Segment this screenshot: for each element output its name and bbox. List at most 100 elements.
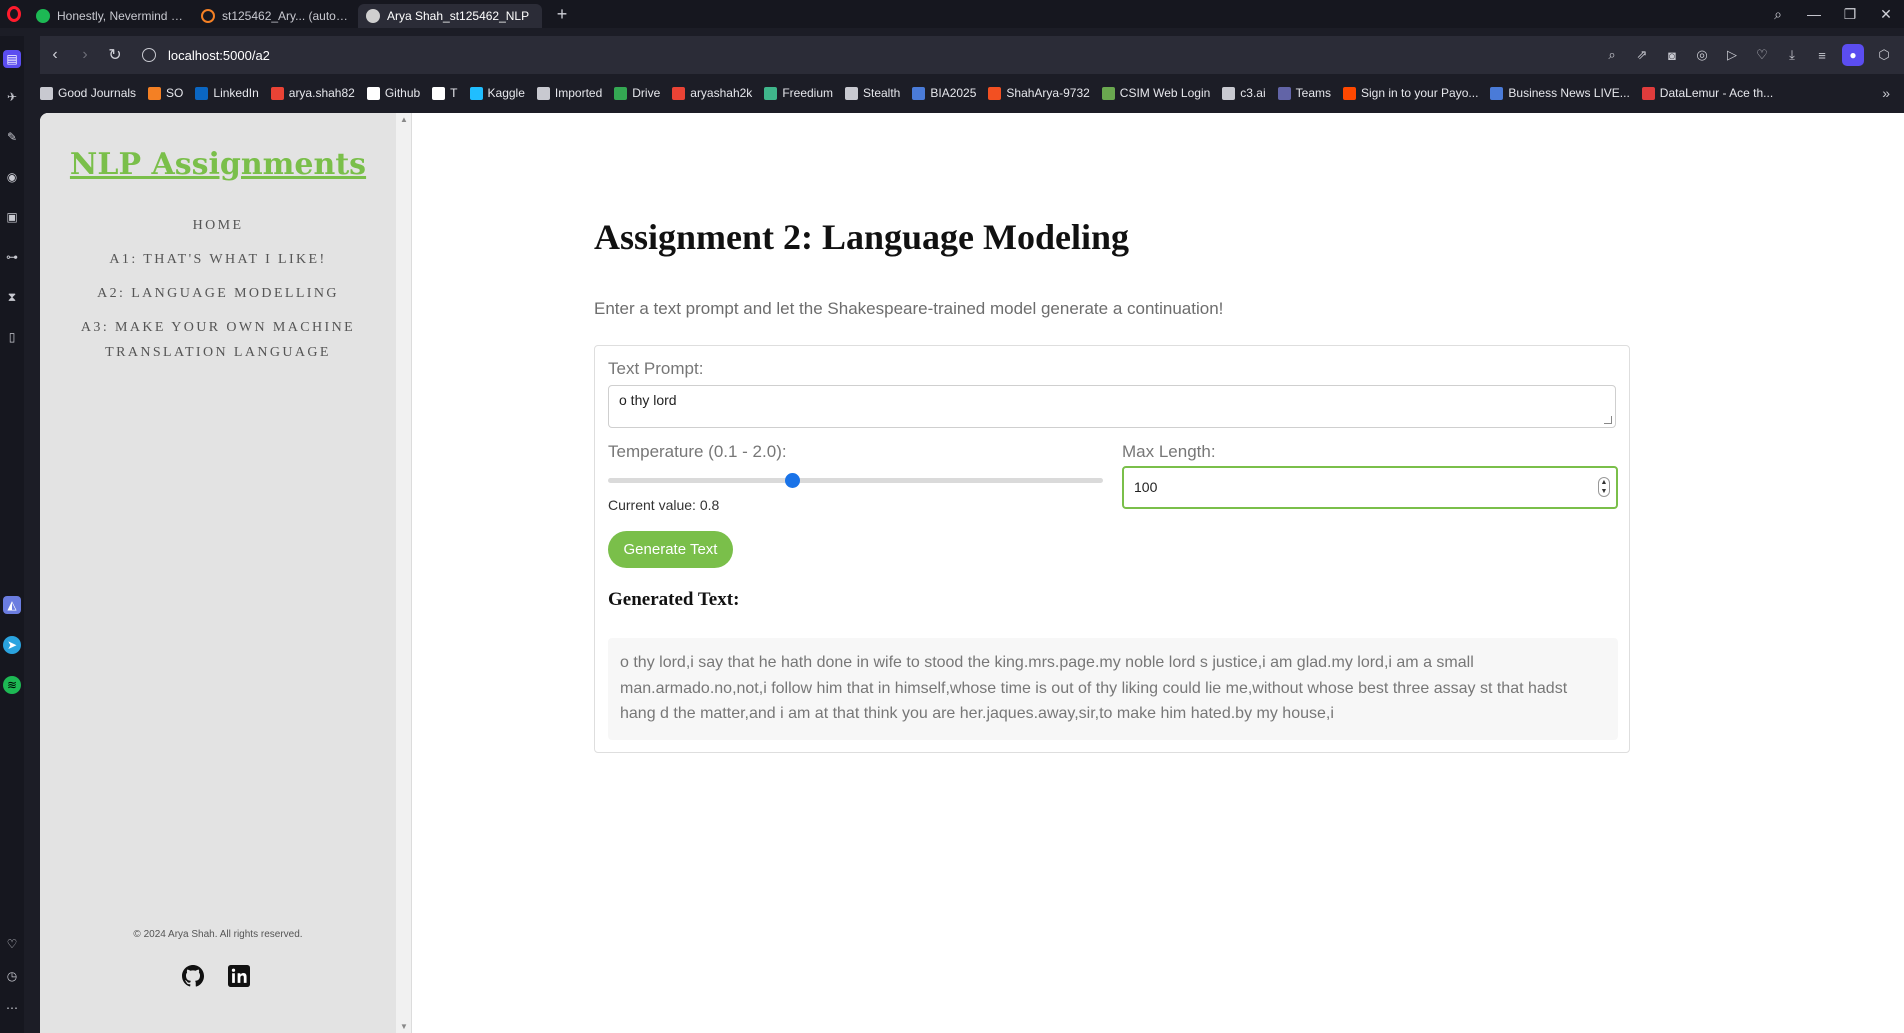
max-length-value: 100 [1134, 479, 1158, 495]
slider-thumb[interactable] [784, 473, 800, 488]
games-icon[interactable]: ◉ [3, 168, 21, 186]
browser-tab-active[interactable]: Arya Shah_st125462_NLP [358, 4, 542, 28]
spotify-icon [36, 9, 50, 23]
bookmark-item[interactable]: SO [148, 86, 183, 100]
prompt-value: o thy lord [619, 392, 677, 408]
site-sidebar: NLP Assignments HOME A1: THAT'S WHAT I L… [40, 113, 396, 1033]
bookmark-item[interactable]: Stealth [845, 86, 900, 100]
bookmarks-overflow-icon[interactable]: » [1882, 80, 1890, 106]
sidebar-scrollbar[interactable]: ▲ ▼ [396, 113, 412, 1033]
gift-icon[interactable]: ▣ [3, 208, 21, 226]
heart-icon[interactable]: ♡ [3, 935, 21, 953]
kaggle-icon [469, 86, 483, 100]
bookmark-item[interactable]: CSIM Web Login [1101, 86, 1210, 100]
bookmark-item[interactable]: Github [366, 86, 421, 100]
resize-handle-icon[interactable] [1604, 416, 1612, 424]
temperature-current-value: Current value: 0.8 [608, 497, 720, 513]
bookmark-item[interactable]: Teams [1277, 86, 1331, 100]
scroll-up-icon[interactable]: ▲ [400, 115, 408, 124]
lens-icon[interactable]: ⌕ [1602, 47, 1622, 63]
site-info-icon[interactable] [142, 48, 156, 62]
restore-icon[interactable]: ❐ [1832, 6, 1868, 23]
bookmark-label: ShahArya-9732 [1006, 86, 1090, 100]
search-icon[interactable]: ⌕ [1760, 6, 1796, 23]
nav-link-a2[interactable]: A2: LANGUAGE MODELLING [70, 281, 366, 306]
number-spinner-icon[interactable]: ▲ ▼ [1598, 477, 1610, 497]
app-icon[interactable]: ◭ [3, 596, 21, 614]
share-icon[interactable]: ⇗ [1632, 47, 1652, 63]
forward-icon[interactable]: › [70, 46, 100, 64]
bookmark-label: c3.ai [1240, 86, 1266, 100]
bookmark-label: SO [166, 86, 184, 100]
bookmark-label: Business News LIVE... [1508, 86, 1630, 100]
bookmark-label: Sign in to your Payo... [1361, 86, 1479, 100]
gmail-icon [672, 86, 686, 100]
stackoverflow-icon [201, 9, 215, 23]
aria-icon[interactable]: ✈ [3, 88, 21, 106]
speed-dial-icon[interactable]: ▤ [3, 50, 21, 68]
temperature-slider[interactable] [608, 472, 1103, 488]
new-tab-icon[interactable]: + [552, 4, 572, 25]
player-icon[interactable]: ▷ [1722, 47, 1742, 63]
book-icon[interactable]: ▯ [3, 328, 21, 346]
bookmark-item[interactable]: Kaggle [469, 86, 525, 100]
prompt-textarea[interactable]: o thy lord [608, 385, 1616, 428]
nav-link-home[interactable]: HOME [70, 213, 366, 238]
payoneer-icon [1343, 86, 1356, 100]
url-field[interactable]: localhost:5000/a2 [142, 48, 270, 63]
bookmark-item[interactable]: Good Journals [40, 86, 136, 100]
back-icon[interactable]: ‹ [40, 46, 70, 64]
generate-button[interactable]: Generate Text [608, 531, 733, 568]
bookmark-item[interactable]: LinkedIn [195, 86, 259, 100]
bookmark-item[interactable]: c3.ai [1222, 86, 1266, 100]
site-title[interactable]: NLP Assignments [40, 147, 396, 182]
max-length-label: Max Length: [1122, 442, 1216, 461]
bookmark-label: DataLemur - Ace th... [1659, 86, 1774, 100]
download-icon[interactable]: ⤓ [1782, 47, 1802, 63]
bookmark-item[interactable]: Imported [536, 86, 602, 100]
bookmark-item[interactable]: arya.shah82 [270, 86, 355, 100]
nav-link-a1[interactable]: A1: THAT'S WHAT I LIKE! [70, 247, 366, 272]
browser-tab-bar: Honestly, Nevermind - Al st125462_Ary...… [0, 0, 1904, 28]
bookmark-label: Drive [632, 86, 661, 100]
history-icon[interactable]: ◷ [3, 967, 21, 985]
bookmark-item[interactable]: Business News LIVE... [1490, 86, 1630, 100]
nav-link-a3[interactable]: A3: MAKE YOUR OWN MACHINE TRANSLATION LA… [70, 315, 366, 365]
slider-track[interactable] [608, 478, 1103, 483]
bookmark-item[interactable]: Sign in to your Payo... [1343, 86, 1478, 100]
linkedin-icon[interactable] [228, 965, 250, 987]
bookmark-item[interactable]: DataLemur - Ace th... [1641, 86, 1774, 100]
opera-logo-icon[interactable] [0, 0, 28, 28]
bookmark-item[interactable]: Drive [614, 86, 660, 100]
car-icon[interactable]: ⊶ [3, 248, 21, 266]
profile-icon[interactable]: ● [1842, 44, 1864, 66]
close-icon[interactable]: ✕ [1868, 6, 1904, 23]
extensions-icon[interactable]: ⬡ [1874, 47, 1894, 63]
github-icon[interactable] [182, 965, 205, 987]
bookmark-item[interactable]: BIA2025 [912, 86, 976, 100]
csim-icon [1101, 86, 1115, 100]
bookmark-item[interactable]: Freedium [764, 86, 833, 100]
browser-tab[interactable]: Honestly, Nevermind - Al [28, 4, 193, 28]
heart-icon[interactable]: ♡ [1752, 47, 1772, 63]
bookmark-item[interactable]: ShahArya-9732 [988, 86, 1090, 100]
feed-icon[interactable]: ✎ [3, 128, 21, 146]
vpn-icon[interactable]: ◎ [1692, 47, 1712, 63]
reload-icon[interactable]: ↻ [100, 45, 130, 65]
bookmark-item[interactable]: T [432, 86, 458, 100]
bookmark-label: Github [384, 86, 421, 100]
telegram-icon[interactable]: ➤ [3, 636, 21, 654]
bookmark-item[interactable]: aryashah2k [672, 86, 752, 100]
spotify-icon[interactable]: ≋ [3, 676, 21, 694]
hourglass-icon[interactable]: ⧗ [3, 288, 21, 306]
intro-text: Enter a text prompt and let the Shakespe… [594, 299, 1224, 318]
snapshot-icon[interactable]: ◙ [1662, 48, 1682, 63]
max-length-input[interactable]: 100 ▲ ▼ [1122, 466, 1618, 509]
minimize-icon[interactable]: — [1796, 6, 1832, 22]
more-icon[interactable]: ⋯ [3, 999, 21, 1017]
tab-label: Arya Shah_st125462_NLP [387, 9, 530, 23]
scroll-down-icon[interactable]: ▼ [400, 1022, 408, 1031]
browser-tab[interactable]: st125462_Ary... (auto-k) - [193, 4, 358, 28]
easy-setup-icon[interactable]: ≡ [1812, 48, 1832, 63]
microsoft-icon [988, 86, 1002, 100]
